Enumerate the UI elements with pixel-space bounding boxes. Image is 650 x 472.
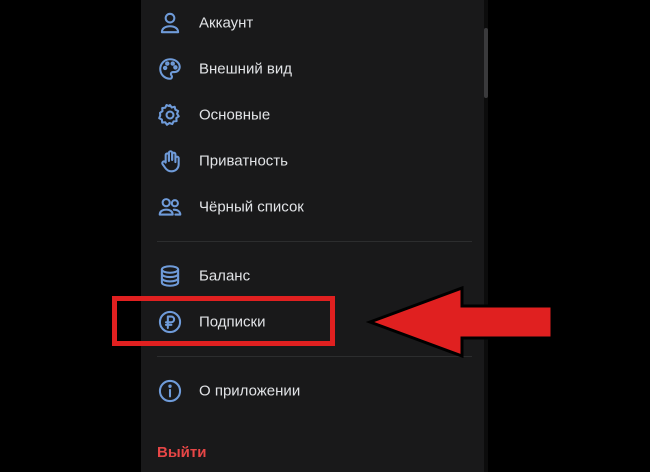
palette-icon xyxy=(156,55,184,83)
menu-item-appearance[interactable]: Внешний вид xyxy=(141,47,484,91)
menu-item-about[interactable]: О приложении xyxy=(141,369,484,413)
menu-item-label: Внешний вид xyxy=(199,60,292,78)
menu-item-general[interactable]: Основные xyxy=(141,93,484,137)
users-icon xyxy=(156,193,184,221)
logout-button[interactable]: Выйти xyxy=(157,444,206,461)
hand-icon xyxy=(156,147,184,175)
menu-item-label: Аккаунт xyxy=(199,14,254,32)
menu-item-label: Основные xyxy=(199,106,271,124)
menu-item-privacy[interactable]: Приватность xyxy=(141,139,484,183)
info-icon xyxy=(156,377,184,405)
gear-icon xyxy=(156,101,184,129)
menu-item-label: Приватность xyxy=(199,152,288,170)
menu-item-blacklist[interactable]: Чёрный список xyxy=(141,185,484,229)
section-divider xyxy=(157,241,472,242)
scrollbar-thumb[interactable] xyxy=(484,28,488,98)
menu-item-label: О приложении xyxy=(199,382,301,400)
menu-item-label: Баланс xyxy=(199,267,251,285)
user-icon xyxy=(156,9,184,37)
menu-item-account[interactable]: Аккаунт xyxy=(141,1,484,45)
screen: Аккаунт Внешний вид Основные Приватность… xyxy=(0,0,650,472)
menu-item-label: Чёрный список xyxy=(199,198,304,216)
highlight-box xyxy=(112,296,335,346)
coins-icon xyxy=(156,262,184,290)
arrow-icon xyxy=(366,286,554,358)
